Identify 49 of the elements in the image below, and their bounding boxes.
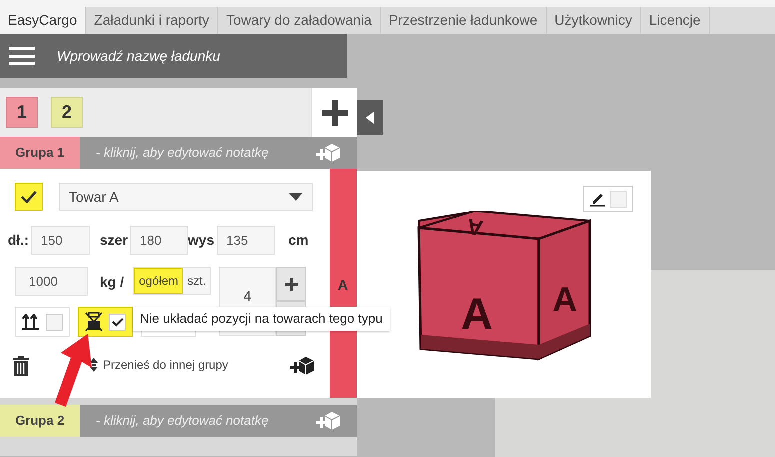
option-checkbox[interactable] bbox=[46, 314, 63, 330]
side-label: A bbox=[338, 276, 348, 295]
length-label: dł.: bbox=[8, 231, 29, 250]
move-to-group-button[interactable]: Przenieś do innej grupy bbox=[90, 356, 228, 374]
plus-icon bbox=[284, 278, 298, 290]
tooltip: Nie układać pozycji na towarach tego typu bbox=[133, 307, 390, 331]
trash-icon[interactable] bbox=[13, 356, 29, 376]
up-arrows-icon bbox=[22, 314, 42, 330]
crossed-box-icon bbox=[85, 312, 103, 332]
menu-icon[interactable] bbox=[9, 47, 35, 65]
add-box-icon[interactable] bbox=[290, 356, 314, 376]
product-dropdown[interactable]: Towar A bbox=[59, 183, 313, 211]
group-name[interactable]: Grupa 2 bbox=[0, 405, 80, 437]
crate-label: A bbox=[465, 214, 486, 242]
check-icon bbox=[21, 191, 37, 203]
load-name-field[interactable]: Wprowadź nazwę ładunku bbox=[57, 41, 327, 71]
group-chip[interactable]: 2 bbox=[51, 97, 83, 128]
weight-mode-button[interactable]: ogółem bbox=[134, 268, 184, 294]
stacking-option[interactable] bbox=[15, 307, 70, 337]
crate-label: A bbox=[461, 290, 493, 339]
add-group-button[interactable] bbox=[311, 88, 357, 137]
add-item-icon[interactable] bbox=[316, 143, 340, 163]
triangle-icon bbox=[366, 112, 374, 124]
crate-label: A bbox=[552, 281, 578, 319]
weight-field[interactable]: 1000 bbox=[15, 267, 88, 296]
height-label: wys bbox=[188, 231, 214, 250]
check-icon bbox=[112, 318, 124, 326]
option-checkbox[interactable] bbox=[109, 314, 126, 330]
group-name[interactable]: Grupa 1 bbox=[0, 137, 80, 169]
height-field[interactable]: 135 bbox=[216, 226, 274, 255]
width-field[interactable]: 180 bbox=[130, 226, 188, 255]
edit-checkbox[interactable] bbox=[610, 190, 627, 208]
weight-unit-label: kg / bbox=[100, 273, 124, 292]
pencil-icon[interactable] bbox=[589, 191, 606, 207]
length-field[interactable]: 150 bbox=[31, 226, 90, 255]
stacking-option[interactable] bbox=[78, 307, 133, 337]
width-label: szer bbox=[100, 231, 128, 250]
collapse-panel-button[interactable] bbox=[357, 100, 383, 135]
load-name-bar[interactable]: Wprowadź nazwę ładunku bbox=[0, 34, 347, 78]
weight-mode-button[interactable]: szt. bbox=[183, 268, 210, 294]
up-down-icon bbox=[90, 358, 98, 372]
nav-tab[interactable]: EasyCargo bbox=[0, 7, 86, 34]
item-checkbox[interactable] bbox=[15, 183, 43, 211]
caret-icon bbox=[289, 193, 303, 201]
add-item-icon[interactable] bbox=[316, 411, 340, 431]
plus-icon bbox=[322, 100, 348, 126]
group-chip[interactable]: 1 bbox=[6, 97, 38, 128]
unit-label: cm bbox=[288, 231, 309, 250]
increase-button[interactable] bbox=[276, 267, 306, 301]
